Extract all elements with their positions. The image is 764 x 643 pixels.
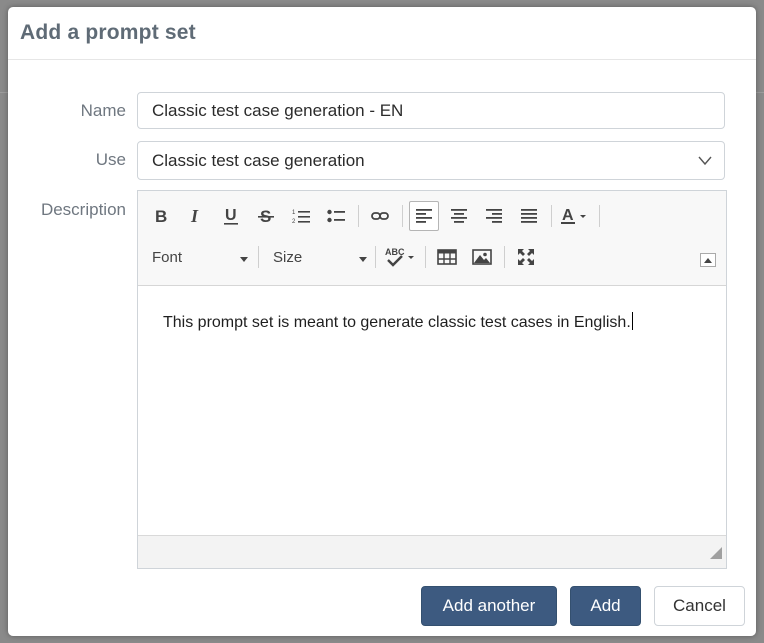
toolbar-separator [258, 246, 259, 268]
underline-icon[interactable]: U [216, 201, 246, 231]
size-select-label: Size [273, 248, 303, 266]
maximize-icon[interactable] [511, 242, 541, 272]
resize-handle-icon[interactable] [710, 546, 722, 564]
caret-down-icon [359, 249, 367, 266]
svg-text:A: A [562, 207, 574, 224]
caret-down-icon [240, 249, 248, 266]
table-icon[interactable] [432, 242, 462, 272]
font-select[interactable]: Font [152, 242, 256, 272]
svg-text:I: I [190, 207, 199, 225]
name-input-value: Classic test case generation - EN [152, 100, 404, 120]
editor-statusbar [138, 535, 726, 568]
add-prompt-set-dialog: Add a prompt set Name Classic test case … [8, 7, 756, 636]
use-label: Use [95, 150, 126, 169]
name-input[interactable]: Classic test case generation - EN [137, 92, 725, 129]
toolbar-separator [504, 246, 505, 268]
svg-text:2: 2 [292, 219, 296, 224]
size-select[interactable]: Size [265, 242, 373, 272]
spellcheck-icon[interactable]: ABC [382, 242, 418, 272]
chevron-down-icon [698, 152, 712, 172]
image-icon[interactable] [467, 242, 497, 272]
description-label: Description [40, 200, 126, 219]
svg-text:B: B [155, 207, 167, 225]
svg-text:ABC: ABC [385, 247, 405, 257]
text-cursor [631, 312, 633, 330]
toolbar-separator [375, 246, 376, 268]
editor-content-text: This prompt set is meant to generate cla… [163, 314, 631, 331]
editor-content[interactable]: This prompt set is meant to generate cla… [138, 286, 726, 358]
dialog-header: Add a prompt set [8, 7, 756, 60]
toolbar-separator [358, 205, 359, 227]
align-right-icon[interactable] [479, 201, 509, 231]
cancel-button[interactable]: Cancel [654, 586, 745, 626]
add-button[interactable]: Add [570, 586, 641, 626]
justify-icon[interactable] [514, 201, 544, 231]
text-color-icon[interactable]: A [558, 201, 592, 231]
toolbar-separator [551, 205, 552, 227]
toolbar-separator [402, 205, 403, 227]
toolbar-separator [425, 246, 426, 268]
use-select-value: Classic test case generation [152, 150, 365, 170]
strikethrough-icon[interactable]: S [251, 201, 281, 231]
dialog-title: Add a prompt set [20, 21, 196, 44]
link-icon[interactable] [365, 201, 395, 231]
toolbar-row-2: Font Size ABC [152, 242, 546, 272]
name-label: Name [80, 101, 126, 120]
align-center-icon[interactable] [444, 201, 474, 231]
use-select[interactable]: Classic test case generation [137, 141, 725, 180]
numbered-list-icon[interactable]: 12 [286, 201, 316, 231]
toolbar-separator [599, 205, 600, 227]
toolbar-collapse-button[interactable] [700, 253, 716, 267]
rich-text-editor: B I U S 12 [137, 190, 727, 569]
bulleted-list-icon[interactable] [321, 201, 351, 231]
align-left-icon[interactable] [409, 201, 439, 231]
bold-icon[interactable]: B [146, 201, 176, 231]
svg-text:1: 1 [292, 210, 296, 216]
toolbar-row-1: B I U S 12 [146, 201, 606, 231]
svg-text:U: U [225, 207, 237, 224]
editor-toolbar: B I U S 12 [138, 191, 726, 286]
font-select-label: Font [152, 248, 183, 266]
italic-icon[interactable]: I [181, 201, 211, 231]
add-another-button[interactable]: Add another [421, 586, 557, 626]
